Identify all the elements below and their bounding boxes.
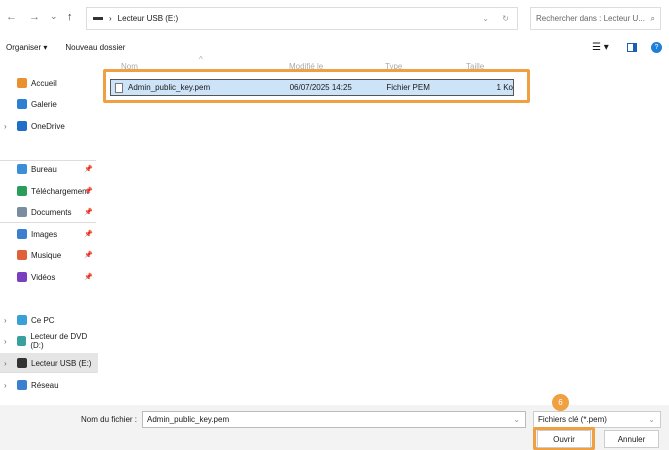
folder-icon xyxy=(17,358,27,368)
folder-icon xyxy=(17,121,27,131)
sidebar-item-label: Images xyxy=(31,229,58,239)
organize-button[interactable]: Organiser ▾ xyxy=(6,43,47,52)
recent-locations-button[interactable]: ⌄ xyxy=(50,11,58,22)
step-badge: 6 xyxy=(552,394,569,411)
sidebar-item-label: Lecteur de DVD (D:) xyxy=(30,332,88,350)
preview-pane-icon[interactable] xyxy=(627,42,637,52)
chevron-right-icon[interactable]: › xyxy=(4,381,7,390)
sidebar-item-label: Ce PC xyxy=(31,315,55,325)
sidebar-item-label: Bureau xyxy=(31,164,57,174)
chevron-down-icon[interactable]: ⌄ xyxy=(482,14,489,23)
pin-icon: 📌 xyxy=(84,252,93,259)
sidebar-item[interactable]: Téléchargement 📌 xyxy=(0,181,98,201)
file-icon xyxy=(115,82,123,93)
sidebar-item[interactable]: › Réseau xyxy=(0,375,98,395)
folder-icon xyxy=(17,186,27,196)
folder-icon xyxy=(17,272,27,282)
folder-icon xyxy=(17,207,27,217)
sidebar-item-label: Accueil xyxy=(31,78,57,88)
chevron-right-icon[interactable]: › xyxy=(4,359,7,368)
sidebar-item[interactable]: Accueil xyxy=(0,73,98,93)
file-modified: 06/07/2025 14:25 xyxy=(289,83,352,92)
cancel-button[interactable]: Annuler xyxy=(604,430,659,448)
search-icon: ⌕ xyxy=(650,13,655,23)
open-button[interactable]: Ouvrir xyxy=(537,430,591,448)
help-icon[interactable]: ? xyxy=(651,41,662,53)
view-options-icon[interactable]: ☰ ▾ xyxy=(592,42,609,53)
sidebar-item-label: Vidéos xyxy=(31,272,56,282)
filename-value: Admin_public_key.pem xyxy=(147,415,230,424)
breadcrumb-location[interactable]: Lecteur USB (E:) xyxy=(118,14,178,23)
new-folder-button[interactable]: Nouveau dossier xyxy=(65,43,125,52)
sidebar-item[interactable]: Documents 📌 xyxy=(0,202,98,222)
file-type: Fichier PEM xyxy=(386,83,430,92)
sidebar-item-label: Téléchargement xyxy=(31,186,89,196)
sidebar-item-label: Galerie xyxy=(31,99,57,109)
folder-icon xyxy=(17,315,27,325)
sidebar-item[interactable]: › Ce PC xyxy=(0,310,98,330)
refresh-icon[interactable]: ↻ xyxy=(502,14,509,23)
up-button[interactable]: ↑ xyxy=(67,11,73,23)
pin-icon: 📌 xyxy=(84,188,93,195)
folder-icon xyxy=(17,99,27,109)
sidebar-item[interactable]: Musique 📌 xyxy=(0,245,98,265)
sort-ascending-icon: ^ xyxy=(199,55,203,64)
sidebar-item[interactable]: › OneDrive xyxy=(0,116,98,136)
sidebar-item-label: Lecteur USB (E:) xyxy=(31,358,92,368)
pin-icon: 📌 xyxy=(84,231,93,238)
sidebar-item-label: Réseau xyxy=(31,380,59,390)
filename-input[interactable]: Admin_public_key.pem ⌄ xyxy=(142,411,526,428)
sidebar-item-label: OneDrive xyxy=(31,121,65,131)
divider xyxy=(0,222,96,223)
folder-icon xyxy=(17,229,27,239)
search-input[interactable]: Rechercher dans : Lecteur U... ⌕ xyxy=(530,7,661,30)
drive-icon xyxy=(93,17,103,20)
file-type-filter-select[interactable]: Fichiers clé (*.pem) ⌄ xyxy=(533,411,661,428)
sidebar-item[interactable]: Vidéos 📌 xyxy=(0,267,98,287)
sidebar-item-label: Documents xyxy=(31,207,72,217)
sidebar-item[interactable]: › Lecteur de DVD (D:) xyxy=(0,331,98,351)
breadcrumb-separator: › xyxy=(109,14,112,23)
file-row[interactable]: Admin_public_key.pem 06/07/2025 14:25 Fi… xyxy=(110,79,514,96)
sidebar-item[interactable]: Bureau 📌 xyxy=(0,159,98,179)
folder-icon xyxy=(17,78,27,88)
divider xyxy=(0,372,96,373)
pin-icon: 📌 xyxy=(84,274,93,281)
sidebar-item[interactable]: › Lecteur USB (E:) xyxy=(0,353,98,373)
pin-icon: 📌 xyxy=(84,209,93,216)
chevron-right-icon[interactable]: › xyxy=(4,337,7,346)
filter-value: Fichiers clé (*.pem) xyxy=(538,415,607,424)
folder-icon xyxy=(17,380,27,390)
folder-icon xyxy=(17,250,27,260)
filename-label: Nom du fichier : xyxy=(81,415,138,424)
sidebar-item-label: Musique xyxy=(31,250,62,260)
forward-button[interactable]: → xyxy=(29,11,40,23)
sidebar-item[interactable]: Images 📌 xyxy=(0,224,98,244)
pin-icon: 📌 xyxy=(84,166,93,173)
footer: Nom du fichier : Admin_public_key.pem ⌄ F… xyxy=(0,394,669,450)
back-button[interactable]: ← xyxy=(6,11,17,23)
file-size: 1 Ko xyxy=(496,83,513,92)
search-placeholder: Rechercher dans : Lecteur U... xyxy=(536,14,645,23)
folder-icon xyxy=(17,164,27,174)
address-bar[interactable]: › Lecteur USB (E:) ⌄ ↻ xyxy=(86,7,518,30)
sidebar-item[interactable]: Galerie xyxy=(0,94,98,114)
file-name: Admin_public_key.pem xyxy=(127,83,211,92)
chevron-right-icon[interactable]: › xyxy=(4,316,7,325)
folder-icon xyxy=(17,336,27,346)
chevron-right-icon[interactable]: › xyxy=(4,122,7,131)
divider xyxy=(0,160,96,161)
